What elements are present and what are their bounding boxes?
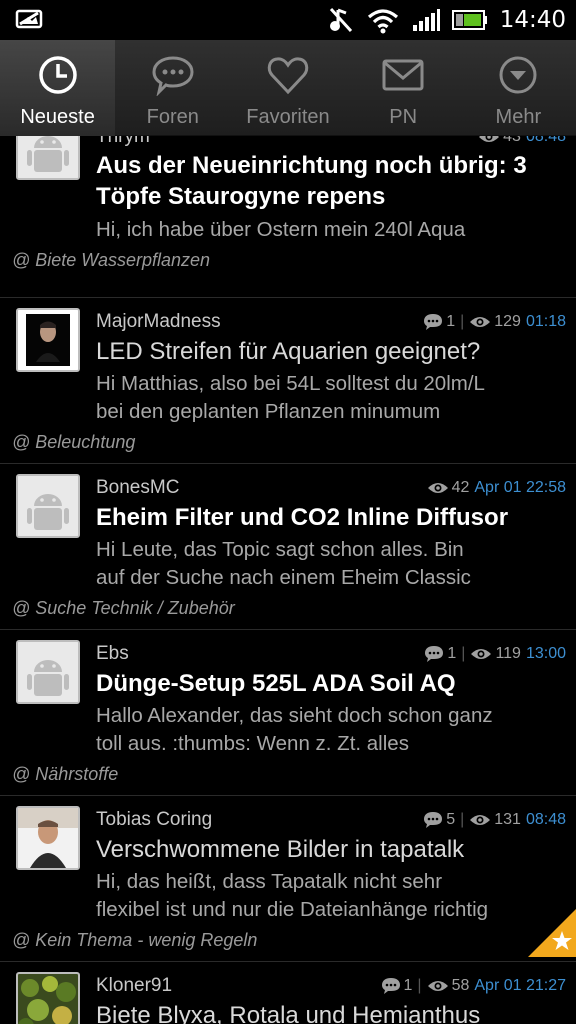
topic-title: Biete Blyxa, Rotala und Hemianthus: [96, 1002, 481, 1024]
topic-item[interactable]: Tobias Coring 5 | 131 08:48 Verschwommen…: [0, 796, 576, 962]
tab-mehr[interactable]: Mehr: [461, 40, 576, 136]
eye-icon: [478, 136, 500, 144]
topic-meta: 42 Apr 01 22:58: [427, 479, 566, 497]
default-avatar: [16, 474, 80, 538]
eye-icon: [427, 481, 449, 495]
topic-snippet: Hi Leute, das Topic sagt schon alles. Bi…: [96, 538, 464, 561]
view-count: 43: [503, 136, 521, 145]
comment-icon: [381, 977, 401, 995]
tab-label: Favoriten: [246, 106, 330, 128]
view-count: 58: [451, 977, 470, 994]
topic-meta: 43 08:48: [478, 136, 566, 146]
notification-icon: [14, 8, 44, 34]
topic-time: Apr 01 22:58: [474, 479, 566, 496]
topic-author: BonesMC: [96, 477, 180, 498]
topic-author: MajorMadness: [96, 311, 221, 332]
view-count: 119: [495, 645, 521, 662]
topic-forum[interactable]: @ Beleuchtung: [12, 432, 135, 453]
reply-count: 1: [403, 977, 413, 994]
eye-icon: [469, 813, 491, 827]
topic-item[interactable]: Ebs 1 | 119 13:00 Dünge-Setup 525L ADA S…: [0, 630, 576, 796]
topic-time: 08:48: [525, 811, 566, 828]
topic-snippet: bei den geplanten Pflanzen minumum: [96, 400, 441, 423]
topic-forum[interactable]: @ Suche Technik / Zubehör: [12, 598, 235, 619]
topic-snippet: flexibel ist und nur die Dateianhänge ri…: [96, 898, 489, 921]
reply-count: 1: [446, 313, 456, 330]
topic-forum[interactable]: @ Kein Thema - wenig Regeln: [12, 930, 257, 951]
comment-icon: [423, 811, 443, 829]
default-avatar: [16, 640, 80, 704]
tab-label: Neueste: [20, 106, 95, 128]
view-count: 129: [494, 313, 521, 330]
topic-time: 01:18: [525, 313, 566, 330]
view-count: 131: [494, 811, 521, 828]
eye-icon: [470, 647, 492, 661]
topic-snippet: Hi, das heißt, dass Tapatalk nicht sehr: [96, 870, 443, 893]
eye-icon: [469, 315, 491, 329]
wifi-icon: [366, 6, 400, 34]
comment-icon: [423, 313, 443, 331]
tab-neueste[interactable]: Neueste: [0, 40, 116, 136]
clock-icon: [35, 52, 81, 98]
topic-snippet: toll aus. :thumbs: Wenn z. Zt. alles: [96, 732, 409, 755]
default-avatar: [16, 136, 80, 180]
eye-icon: [427, 979, 449, 993]
topic-author: Ebs: [96, 643, 129, 664]
topic-forum[interactable]: @ Biete Wasserpflanzen: [12, 250, 210, 271]
topic-title: Eheim Filter und CO2 Inline Diffusor: [96, 504, 509, 531]
heart-icon: [265, 52, 311, 98]
meta-separator: |: [461, 645, 466, 662]
tab-label: PN: [389, 106, 418, 128]
envelope-icon: [380, 52, 426, 98]
meta-separator: |: [460, 811, 465, 828]
topic-meta: 1 | 119 13:00: [424, 645, 566, 663]
user-avatar: [16, 308, 80, 372]
comment-icon: [424, 645, 444, 663]
tab-label: Foren: [146, 106, 199, 128]
topic-item[interactable]: BonesMC 42 Apr 01 22:58 Eheim Filter und…: [0, 464, 576, 630]
tab-bar: Neueste Foren Favoriten PN Mehr: [0, 40, 576, 136]
tab-label: Mehr: [495, 106, 542, 128]
tab-foren[interactable]: Foren: [115, 40, 230, 136]
topic-snippet: Hi, ich habe über Ostern mein 240l Aqua: [96, 218, 466, 241]
topic-title: Verschwommene Bilder in tapatalk: [96, 836, 465, 863]
mute-icon: [328, 6, 354, 34]
topic-title: Dünge-Setup 525L ADA Soil AQ: [96, 670, 456, 697]
topic-time: Apr 01 21:27: [474, 977, 566, 994]
view-count: 42: [451, 479, 470, 496]
topic-time: 13:00: [525, 645, 566, 662]
speech-bubble-icon: [150, 52, 196, 98]
signal-icon: [412, 8, 440, 32]
topic-item[interactable]: Kloner91 1 | 58 Apr 01 21:27 Biete Blyxa…: [0, 962, 576, 1024]
reply-count: 1: [447, 645, 457, 662]
topic-title: LED Streifen für Aquarien geeignet?: [96, 338, 481, 365]
topic-meta: 5 | 131 08:48: [423, 811, 566, 829]
topic-title: Aus der Neueinrichtung noch übrig: 3 Töp…: [96, 152, 527, 210]
star-corner-icon: [528, 909, 576, 961]
reply-count: 5: [446, 811, 456, 828]
clock-time: 14:40: [499, 7, 566, 33]
topic-author: Tobias Coring: [96, 809, 213, 830]
topic-snippet: Hi Matthias, also bei 54L solltest du 20…: [96, 372, 485, 395]
topic-time: 08:48: [525, 136, 566, 145]
topic-snippet: Hallo Alexander, das sieht doch schon ga…: [96, 704, 493, 727]
topic-author: Thrym: [96, 136, 150, 147]
topic-list: Thrym 43 08:48 Aus der Neueinrichtung no…: [0, 136, 576, 1024]
topic-meta: 1 | 58 Apr 01 21:27: [381, 977, 566, 995]
topic-item[interactable]: Thrym 43 08:48 Aus der Neueinrichtung no…: [0, 136, 576, 298]
topic-author: Kloner91: [96, 975, 173, 996]
status-bar: 14:40: [0, 0, 576, 40]
meta-separator: |: [417, 977, 422, 994]
user-avatar: [16, 806, 80, 870]
topic-meta: 1 | 129 01:18: [423, 313, 566, 331]
plant-avatar: [16, 972, 80, 1024]
topic-snippet: auf der Suche nach einem Eheim Classic: [96, 566, 471, 589]
battery-icon: [451, 9, 488, 31]
tab-pn[interactable]: PN: [346, 40, 461, 136]
meta-separator: |: [460, 313, 465, 330]
topic-item[interactable]: MajorMadness 1 | 129 01:18 LED Streifen …: [0, 298, 576, 464]
chevron-circle-icon: [495, 52, 541, 98]
tab-favoriten[interactable]: Favoriten: [230, 40, 345, 136]
topic-forum[interactable]: @ Nährstoffe: [12, 764, 118, 785]
